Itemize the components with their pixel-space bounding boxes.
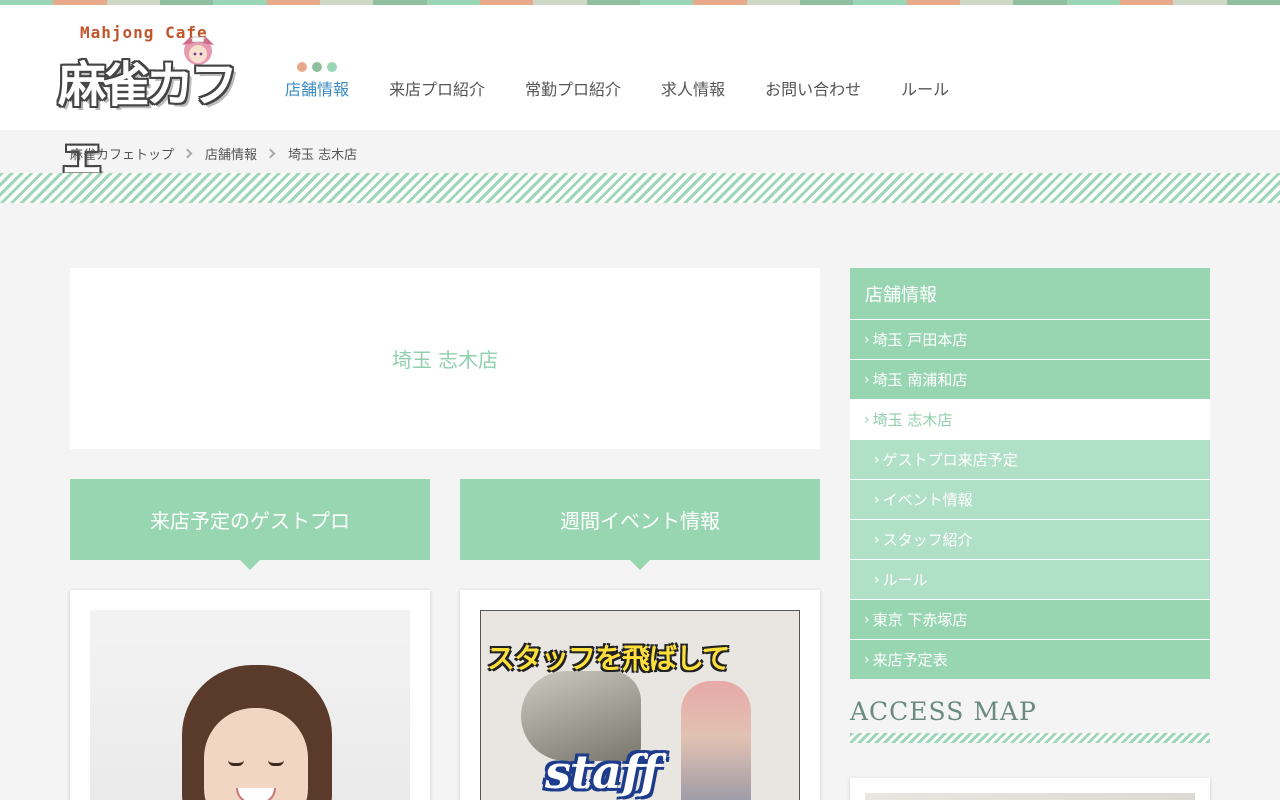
sidebar-item-label: スタッフ紹介 [882,531,973,549]
event-poster-image[interactable]: スタッフを飛ばして staff [480,610,800,800]
sidebar-item-3[interactable]: › ゲストプロ来店予定 [850,439,1210,479]
guest-pro-heading-label: 来店予定のゲストプロ [150,509,350,533]
guest-pro-card[interactable] [70,590,430,800]
sidebar-item-1[interactable]: › 埼玉 南浦和店 [850,359,1210,399]
access-map-card[interactable] [850,778,1210,800]
breadcrumb-item-1[interactable]: 店舗情報 [205,144,257,163]
page-title-box: 埼玉 志木店 [70,268,820,449]
sidebar-item-6[interactable]: › ルール [850,559,1210,599]
nav-dot [327,62,337,72]
sidebar-item-4[interactable]: › イベント情報 [850,479,1210,519]
sidebar-item-label: 埼玉 志木店 [872,411,953,429]
sidebar-heading: 店舗情報 [850,268,1210,319]
poster-staff-text: staff [545,745,660,799]
photo-face-shape [204,708,308,800]
nav-item-label: 常勤プロ紹介 [525,80,622,99]
page-title: 埼玉 志木店 [391,348,499,372]
chevron-right-icon: › [874,491,880,508]
nav-dot [312,62,322,72]
chevron-right-icon: › [874,531,880,548]
weekly-event-section-heading[interactable]: 週間イベント情報 [460,479,820,570]
chevron-right-icon: › [864,371,870,388]
active-nav-dots-icon [297,62,337,72]
nav-item-5[interactable]: ルール [901,76,949,100]
nav-item-4[interactable]: お問い合わせ [765,76,861,100]
access-map-title: ACCESS MAP [850,697,1037,726]
nav-item-label: ルール [901,80,950,99]
sidebar-item-label: 埼玉 戸田本店 [872,331,968,349]
nav-item-2[interactable]: 常勤プロ紹介 [525,76,621,100]
chevron-right-icon: › [864,331,870,348]
sidebar-item-label: 東京 下赤塚店 [872,611,968,629]
sidebar-store-menu: 店舗情報 › 埼玉 戸田本店 › 埼玉 南浦和店 › 埼玉 志木店 › ゲストプロ来店予定 › イ… [850,268,1210,679]
nav-dot [297,62,307,72]
guest-pro-section-heading[interactable]: 来店予定のゲストプロ [70,479,430,570]
access-map-embed[interactable] [865,793,1195,800]
chevron-right-icon [265,148,276,159]
chevron-right-icon [182,148,193,159]
poster-title-text: スタッフを飛ばして [487,642,730,675]
sidebar-item-0[interactable]: › 埼玉 戸田本店 [850,319,1210,359]
access-map-hatch-divider [850,733,1210,743]
chevron-right-icon: › [864,651,870,668]
chevron-right-icon: › [864,411,870,428]
nav-item-3[interactable]: 求人情報 [661,76,725,100]
chevron-right-icon: › [874,571,880,588]
main-navigation: 店舗情報 来店プロ紹介 常勤プロ紹介 求人情報 お問い合わせ ルール [285,62,949,100]
weekly-event-heading-label: 週間イベント情報 [560,509,720,533]
sidebar-item-label: ゲストプロ来店予定 [882,451,1018,469]
site-header: Mahjong Cafe 麻雀カフェ 店舗情報 来店プロ紹介 常勤プロ紹介 求人情報 お… [0,5,1280,183]
nav-item-label: 求人情報 [661,80,726,99]
weekly-event-card[interactable]: スタッフを飛ばして staff [460,590,820,800]
nav-item-label: 来店プロ紹介 [389,80,486,99]
nav-item-label: 店舗情報 [285,80,350,99]
sidebar-item-label: ルール [882,571,928,589]
nav-item-label: お問い合わせ [765,80,862,99]
sidebar-item-5[interactable]: › スタッフ紹介 [850,519,1210,559]
sidebar-item-7[interactable]: › 東京 下赤塚店 [850,599,1210,639]
sidebar-item-label: 来店予定表 [872,651,948,669]
photo-smile [236,788,276,800]
chevron-right-icon: › [864,611,870,628]
site-logo[interactable]: Mahjong Cafe 麻雀カフェ [58,23,250,183]
decorative-hatch-band [0,173,1280,203]
sidebar-item-8[interactable]: › 来店予定表 [850,639,1210,679]
guest-pro-photo[interactable] [90,610,410,800]
sidebar-item-2[interactable]: › 埼玉 志木店 [850,399,1210,439]
breadcrumb: 麻雀カフェトップ 店舗情報 埼玉 志木店 [70,144,357,163]
logo-japanese-text: 麻雀カフェ [58,57,238,183]
poster-character-shape [681,681,751,800]
breadcrumb-item-2: 埼玉 志木店 [288,148,358,163]
sidebar-item-label: 埼玉 南浦和店 [872,371,968,389]
chevron-right-icon: › [874,451,880,468]
nav-item-1[interactable]: 来店プロ紹介 [389,76,485,100]
sidebar-item-list: › 埼玉 戸田本店 › 埼玉 南浦和店 › 埼玉 志木店 › ゲストプロ来店予定 › イベント情報… [850,319,1210,679]
breadcrumb-item-0[interactable]: 麻雀カフェトップ [70,144,174,163]
nav-item-0[interactable]: 店舗情報 [285,62,350,100]
sidebar-item-label: イベント情報 [882,491,973,509]
